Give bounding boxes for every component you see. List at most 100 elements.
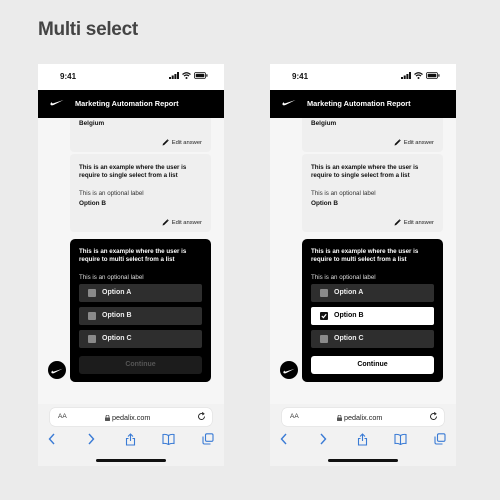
- optional-label: This is an optional label: [79, 274, 144, 281]
- app-header: Marketing Automation Report: [270, 90, 456, 118]
- checkbox-checked[interactable]: [320, 312, 328, 320]
- browser-nav: [38, 433, 224, 447]
- forward-icon[interactable]: [319, 433, 327, 445]
- tabs-icon[interactable]: [434, 433, 446, 445]
- app-title: Marketing Automation Report: [307, 99, 411, 108]
- forward-icon[interactable]: [87, 433, 95, 445]
- status-icons: [169, 72, 208, 79]
- checkbox[interactable]: [88, 289, 96, 297]
- edit-answer-link[interactable]: Edit answer: [162, 139, 202, 146]
- url-display: pedalix.com: [337, 413, 382, 422]
- answer-card: Belgium Edit answer: [70, 118, 211, 152]
- single-select-card: This is an example where the user is req…: [302, 154, 443, 232]
- checkbox[interactable]: [320, 289, 328, 297]
- status-bar: 9:41: [38, 64, 224, 90]
- pencil-icon: [162, 139, 169, 146]
- checkbox[interactable]: [88, 312, 96, 320]
- option-label: Option B: [102, 312, 132, 319]
- app-header: Marketing Automation Report: [38, 90, 224, 118]
- browser-toolbar: AA pedalix.com: [38, 404, 224, 466]
- continue-button[interactable]: Continue: [311, 356, 434, 374]
- pencil-icon: [394, 219, 401, 226]
- lock-icon: [105, 414, 110, 421]
- page-title: Multi select: [38, 19, 138, 40]
- checkmark-icon: [321, 313, 327, 319]
- home-indicator: [96, 459, 166, 462]
- optional-label: This is an optional label: [311, 190, 376, 197]
- chat-content[interactable]: Belgium Edit answer This is an example w…: [38, 118, 224, 404]
- question-text: This is an example where the user is req…: [311, 248, 419, 263]
- reload-icon[interactable]: [197, 412, 206, 421]
- address-bar[interactable]: AA pedalix.com: [50, 408, 212, 426]
- back-icon[interactable]: [48, 433, 56, 445]
- app-title: Marketing Automation Report: [75, 99, 179, 108]
- status-time: 9:41: [60, 72, 77, 81]
- lock-icon: [337, 414, 342, 421]
- swoosh-logo-icon: [51, 368, 63, 374]
- question-text: This is an example where the user is req…: [79, 248, 187, 263]
- answer-text: Belgium: [79, 120, 105, 127]
- back-icon[interactable]: [280, 433, 288, 445]
- text-size-button[interactable]: AA: [290, 413, 299, 420]
- tabs-icon[interactable]: [202, 433, 214, 445]
- answer-card: Belgium Edit answer: [302, 118, 443, 152]
- status-icons: [401, 72, 440, 79]
- checkbox[interactable]: [320, 335, 328, 343]
- question-text: This is an example where the user is req…: [311, 164, 419, 179]
- cellular-signal-icon: [169, 72, 179, 79]
- selected-answer: Option B: [79, 200, 106, 207]
- phone-screen-default: 9:41 Marketing Automation Report Belgium…: [38, 64, 224, 466]
- wifi-icon: [414, 72, 423, 79]
- edit-answer-link[interactable]: Edit answer: [162, 219, 202, 226]
- text-size-button[interactable]: AA: [58, 413, 67, 420]
- option-a[interactable]: Option A: [311, 284, 434, 302]
- edit-answer-label: Edit answer: [403, 219, 434, 226]
- share-icon[interactable]: [357, 433, 368, 446]
- option-label: Option A: [102, 289, 132, 296]
- browser-nav: [270, 433, 456, 447]
- multi-select-card: This is an example where the user is req…: [302, 239, 443, 382]
- option-b[interactable]: Option B: [311, 307, 434, 325]
- edit-answer-link[interactable]: Edit answer: [394, 219, 434, 226]
- address-bar[interactable]: AA pedalix.com: [282, 408, 444, 426]
- bookmarks-icon[interactable]: [394, 433, 407, 445]
- checkbox[interactable]: [88, 335, 96, 343]
- option-label: Option C: [102, 335, 132, 342]
- option-c[interactable]: Option C: [311, 330, 434, 348]
- share-icon[interactable]: [125, 433, 136, 446]
- option-b[interactable]: Option B: [79, 307, 202, 325]
- swoosh-logo-icon: [283, 368, 295, 374]
- url-display: pedalix.com: [105, 413, 150, 422]
- pencil-icon: [394, 139, 401, 146]
- edit-answer-label: Edit answer: [403, 139, 434, 146]
- battery-icon: [194, 72, 208, 79]
- url-text: pedalix.com: [112, 413, 151, 422]
- optional-label: This is an optional label: [311, 274, 376, 281]
- chat-content[interactable]: Belgium Edit answer This is an example w…: [270, 118, 456, 404]
- option-label: Option C: [334, 335, 364, 342]
- question-text: This is an example where the user is req…: [79, 164, 187, 179]
- url-text: pedalix.com: [344, 413, 383, 422]
- pencil-icon: [162, 219, 169, 226]
- option-label: Option B: [334, 312, 364, 319]
- bot-avatar: [48, 361, 66, 379]
- single-select-card: This is an example where the user is req…: [70, 154, 211, 232]
- continue-button[interactable]: Continue: [79, 356, 202, 374]
- bot-avatar: [280, 361, 298, 379]
- reload-icon[interactable]: [429, 412, 438, 421]
- edit-answer-label: Edit answer: [171, 219, 202, 226]
- selected-answer: Option B: [311, 200, 338, 207]
- answer-text: Belgium: [311, 120, 337, 127]
- bookmarks-icon[interactable]: [162, 433, 175, 445]
- edit-answer-label: Edit answer: [171, 139, 202, 146]
- option-c[interactable]: Option C: [79, 330, 202, 348]
- option-label: Option A: [334, 289, 364, 296]
- battery-icon: [426, 72, 440, 79]
- swoosh-logo-icon: [282, 100, 296, 106]
- option-a[interactable]: Option A: [79, 284, 202, 302]
- status-bar: 9:41: [270, 64, 456, 90]
- phone-screen-selected: 9:41 Marketing Automation Report Belgium…: [270, 64, 456, 466]
- browser-toolbar: AA pedalix.com: [270, 404, 456, 466]
- cellular-signal-icon: [401, 72, 411, 79]
- edit-answer-link[interactable]: Edit answer: [394, 139, 434, 146]
